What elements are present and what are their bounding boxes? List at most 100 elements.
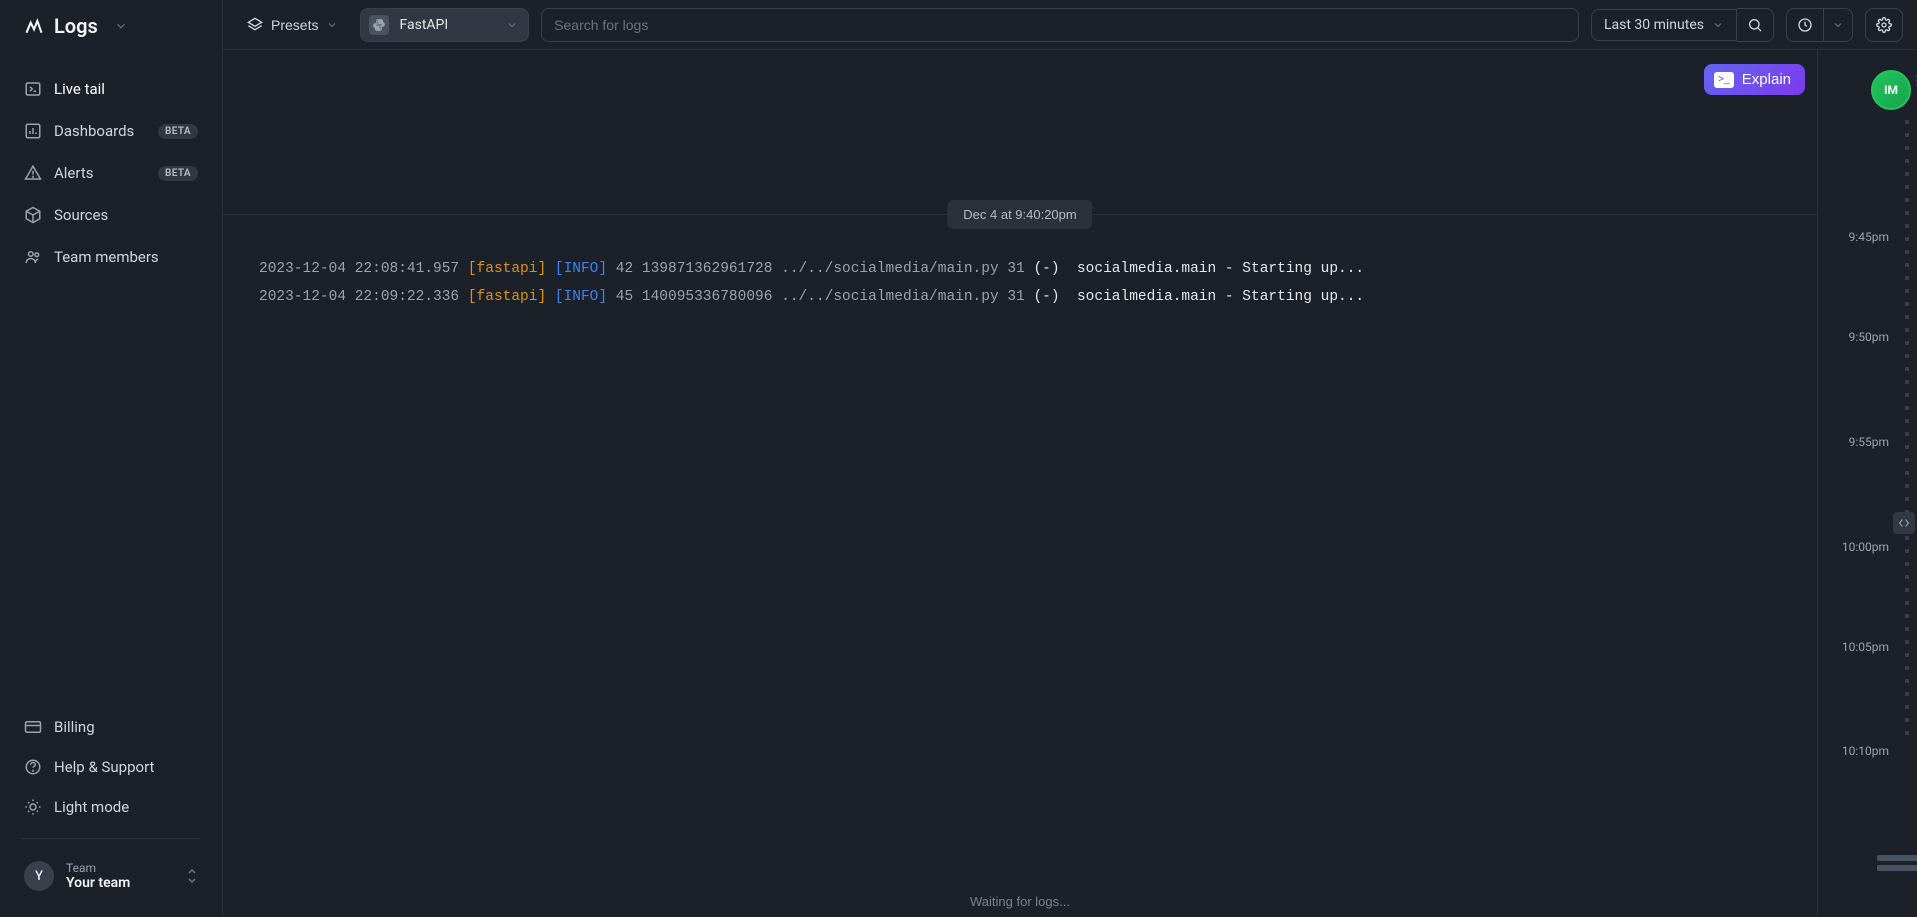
activity-dot: [1905, 536, 1909, 540]
sidebar-item-dashboards[interactable]: Dashboards BETA: [10, 112, 212, 150]
chevron-down-icon: [326, 19, 338, 31]
credit-card-icon: [24, 718, 42, 736]
activity-dot: [1905, 614, 1909, 618]
ruler-label: 9:55pm: [1849, 435, 1889, 449]
activity-column: [1897, 50, 1917, 917]
sidebar-item-billing[interactable]: Billing: [10, 708, 212, 746]
sidebar-item-alerts[interactable]: Alerts BETA: [10, 154, 212, 192]
sun-icon: [24, 798, 42, 816]
sidebar-nav: Live tail Dashboards BETA Alerts BETA: [0, 52, 222, 276]
activity-dot: [1905, 133, 1909, 137]
activity-dot: [1905, 185, 1909, 189]
alert-icon: [24, 164, 42, 182]
waiting-text: Waiting for logs...: [970, 894, 1070, 909]
ruler-label: 10:05pm: [1842, 640, 1889, 654]
clock-group: [1786, 8, 1853, 42]
terminal-icon: [24, 80, 42, 98]
ruler-label: 10:10pm: [1842, 744, 1889, 758]
sidebar-item-label: Help & Support: [54, 758, 154, 776]
activity-dot: [1905, 640, 1909, 644]
activity-dot: [1905, 393, 1909, 397]
activity-dot: [1905, 315, 1909, 319]
time-range-label: Last 30 minutes: [1604, 17, 1704, 33]
chevron-down-icon: [114, 19, 128, 33]
log-lines: 2023-12-04 22:08:41.957 [fastapi] [INFO]…: [259, 255, 1797, 311]
app-title-row[interactable]: Logs: [0, 0, 222, 52]
sidebar-item-label: Live tail: [54, 80, 105, 98]
time-range-button[interactable]: Last 30 minutes: [1591, 9, 1737, 41]
search-input[interactable]: [554, 17, 1566, 33]
activity-dot: [1905, 198, 1909, 202]
log-line[interactable]: 2023-12-04 22:08:41.957 [fastapi] [INFO]…: [259, 255, 1797, 283]
activity-bar: [1877, 855, 1917, 861]
ruler-label: 9:45pm: [1849, 230, 1889, 244]
presets-label: Presets: [271, 17, 318, 33]
activity-dot: [1905, 419, 1909, 423]
app-title: Logs: [54, 14, 98, 38]
sidebar-item-help[interactable]: Help & Support: [10, 748, 212, 786]
sidebar-bottom: Billing Help & Support Light mode Y Team: [0, 708, 222, 917]
activity-dot: [1905, 172, 1909, 176]
gear-icon: [1876, 17, 1892, 33]
activity-dot: [1905, 146, 1909, 150]
timestamp-chip: Dec 4 at 9:40:20pm: [947, 200, 1092, 229]
log-area: >_ Explain Dec 4 at 9:40:20pm 2023-12-04…: [223, 50, 1817, 917]
activity-dot: [1905, 237, 1909, 241]
sidebar-item-label: Dashboards: [54, 122, 134, 140]
settings-button[interactable]: [1865, 8, 1903, 42]
sidebar: Logs Live tail Dashboards BETA: [0, 0, 223, 917]
search-box[interactable]: [541, 8, 1579, 42]
cube-icon: [24, 206, 42, 224]
activity-dot: [1905, 562, 1909, 566]
search-button[interactable]: [1737, 8, 1774, 42]
source-selector[interactable]: FastAPI: [360, 8, 529, 42]
source-label: FastAPI: [399, 17, 448, 33]
terminal-icon: >_: [1714, 72, 1734, 88]
activity-dot: [1905, 575, 1909, 579]
activity-bar: [1877, 865, 1917, 871]
help-icon: [24, 758, 42, 776]
activity-dot: [1905, 497, 1909, 501]
clock-dropdown-button[interactable]: [1824, 8, 1853, 42]
sidebar-item-label: Light mode: [54, 798, 129, 816]
chevron-down-icon: [1832, 19, 1844, 31]
sidebar-item-light-mode[interactable]: Light mode: [10, 788, 212, 826]
team-heading: Team: [66, 861, 130, 875]
activity-dot: [1905, 341, 1909, 345]
logo-icon: [24, 16, 44, 36]
clock-button[interactable]: [1786, 8, 1824, 42]
sidebar-item-live-tail[interactable]: Live tail: [10, 70, 212, 108]
presets-button[interactable]: Presets: [237, 10, 348, 40]
activity-dot: [1905, 302, 1909, 306]
sidebar-item-team-members[interactable]: Team members: [10, 238, 212, 276]
layers-icon: [247, 17, 263, 33]
activity-dot: [1905, 406, 1909, 410]
divider: [22, 838, 200, 839]
team-switcher[interactable]: Y Team Your team: [10, 851, 212, 907]
activity-dot: [1905, 705, 1909, 709]
main: Presets FastAPI Last 30: [223, 0, 1917, 917]
sidebar-item-label: Sources: [54, 206, 108, 224]
ruler-label: 10:00pm: [1842, 540, 1889, 554]
beta-badge: BETA: [158, 166, 198, 181]
activity-dot: [1905, 601, 1909, 605]
drag-handle-icon[interactable]: ⋮: [1911, 78, 1917, 102]
clock-icon: [1797, 17, 1813, 33]
activity-dot: [1905, 588, 1909, 592]
user-avatar-floating[interactable]: IM: [1871, 70, 1911, 110]
ruler-label: 9:50pm: [1849, 330, 1889, 344]
activity-dot: [1905, 679, 1909, 683]
expand-panel-button[interactable]: [1893, 512, 1915, 534]
activity-dot: [1905, 627, 1909, 631]
explain-button[interactable]: >_ Explain: [1704, 64, 1805, 95]
log-line[interactable]: 2023-12-04 22:09:22.336 [fastapi] [INFO]…: [259, 283, 1797, 311]
team-name: Your team: [66, 875, 130, 891]
activity-dot: [1905, 432, 1909, 436]
team-labels: Team Your team: [66, 861, 130, 891]
sidebar-item-sources[interactable]: Sources: [10, 196, 212, 234]
topbar: Presets FastAPI Last 30: [223, 0, 1917, 50]
activity-dot: [1905, 666, 1909, 670]
activity-dot: [1905, 289, 1909, 293]
activity-dot: [1905, 653, 1909, 657]
activity-dot: [1905, 250, 1909, 254]
